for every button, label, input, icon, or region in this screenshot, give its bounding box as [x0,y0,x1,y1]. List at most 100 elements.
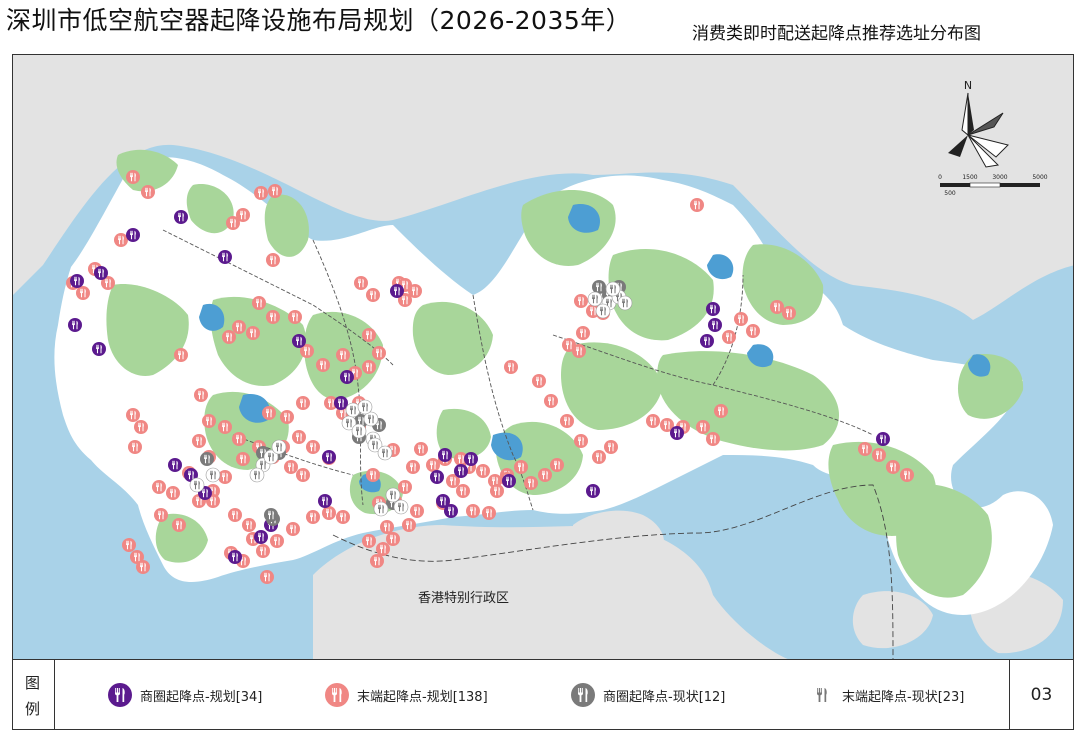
site-marker[interactable] [414,442,428,456]
site-marker[interactable] [370,554,384,568]
site-marker[interactable] [336,348,350,362]
site-marker[interactable] [218,420,232,434]
site-marker[interactable] [334,396,348,410]
map-canvas[interactable]: N 0 1500 3000 5000 500 香港特别行政区 [12,54,1074,660]
site-marker[interactable] [264,508,278,522]
site-marker[interactable] [587,291,603,307]
site-marker[interactable] [228,550,242,564]
site-marker[interactable] [586,484,600,498]
site-marker[interactable] [68,318,82,332]
site-marker[interactable] [770,300,784,314]
site-marker[interactable] [166,486,180,500]
site-marker[interactable] [464,452,478,466]
site-marker[interactable] [532,374,546,388]
site-marker[interactable] [174,210,188,224]
site-marker[interactable] [373,501,389,517]
site-marker[interactable] [205,467,221,483]
site-marker[interactable] [504,360,518,374]
site-marker[interactable] [266,310,280,324]
site-marker[interactable] [218,250,232,264]
site-marker[interactable] [189,477,205,493]
site-marker[interactable] [296,396,310,410]
site-marker[interactable] [336,510,350,524]
site-marker[interactable] [254,186,268,200]
site-marker[interactable] [722,330,736,344]
site-marker[interactable] [316,358,330,372]
site-marker[interactable] [172,518,186,532]
site-marker[interactable] [128,440,142,454]
legend-item-planned-terminal[interactable]: 末端起降点-规划[138] [325,682,488,708]
site-marker[interactable] [357,399,373,415]
site-marker[interactable] [268,184,282,198]
site-marker[interactable] [377,445,393,461]
site-marker[interactable] [410,504,424,518]
site-marker[interactable] [152,480,166,494]
site-marker[interactable] [136,560,150,574]
site-marker[interactable] [292,430,306,444]
site-marker[interactable] [262,406,276,420]
site-marker[interactable] [246,326,260,340]
site-marker[interactable] [122,538,136,552]
site-marker[interactable] [306,440,320,454]
site-marker[interactable] [646,414,660,428]
site-marker[interactable] [362,328,376,342]
site-marker[interactable] [617,295,633,311]
site-marker[interactable] [318,494,332,508]
site-marker[interactable] [690,198,704,212]
site-marker[interactable] [366,468,380,482]
site-marker[interactable] [362,360,376,374]
site-marker[interactable] [126,228,140,242]
site-marker[interactable] [482,506,496,520]
site-marker[interactable] [872,448,886,462]
site-marker[interactable] [284,460,298,474]
site-marker[interactable] [670,426,684,440]
site-marker[interactable] [398,480,412,494]
site-marker[interactable] [572,344,586,358]
site-marker[interactable] [408,284,422,298]
site-marker[interactable] [256,544,270,558]
site-marker[interactable] [746,324,760,338]
site-marker[interactable] [249,467,265,483]
site-marker[interactable] [194,388,208,402]
site-marker[interactable] [490,484,504,498]
legend-item-existing-terminal[interactable]: 末端起降点-现状[23] [810,682,964,708]
site-marker[interactable] [544,394,558,408]
site-marker[interactable] [706,302,720,316]
site-marker[interactable] [280,410,294,424]
site-marker[interactable] [222,330,236,344]
site-marker[interactable] [595,303,611,319]
site-marker[interactable] [200,452,214,466]
site-marker[interactable] [708,318,722,332]
site-marker[interactable] [94,266,108,280]
site-marker[interactable] [386,532,400,546]
site-marker[interactable] [271,439,287,455]
site-marker[interactable] [402,518,416,532]
site-marker[interactable] [260,570,274,584]
site-marker[interactable] [734,312,748,326]
site-marker[interactable] [514,460,528,474]
site-marker[interactable] [236,452,250,466]
site-marker[interactable] [574,294,588,308]
site-marker[interactable] [426,458,440,472]
site-marker[interactable] [592,450,606,464]
site-marker[interactable] [286,522,300,536]
site-marker[interactable] [476,464,490,478]
site-marker[interactable] [322,450,336,464]
site-marker[interactable] [114,233,128,247]
site-marker[interactable] [252,296,266,310]
site-marker[interactable] [782,306,796,320]
site-marker[interactable] [266,253,280,267]
site-marker[interactable] [605,281,621,297]
site-marker[interactable] [858,442,872,456]
site-marker[interactable] [574,434,588,448]
site-marker[interactable] [560,414,574,428]
site-marker[interactable] [406,460,420,474]
site-marker[interactable] [550,458,564,472]
site-marker[interactable] [354,276,368,290]
site-marker[interactable] [696,420,710,434]
site-marker[interactable] [345,402,361,418]
site-marker[interactable] [70,274,84,288]
site-marker[interactable] [126,170,140,184]
site-marker[interactable] [192,434,206,448]
site-marker[interactable] [454,464,468,478]
